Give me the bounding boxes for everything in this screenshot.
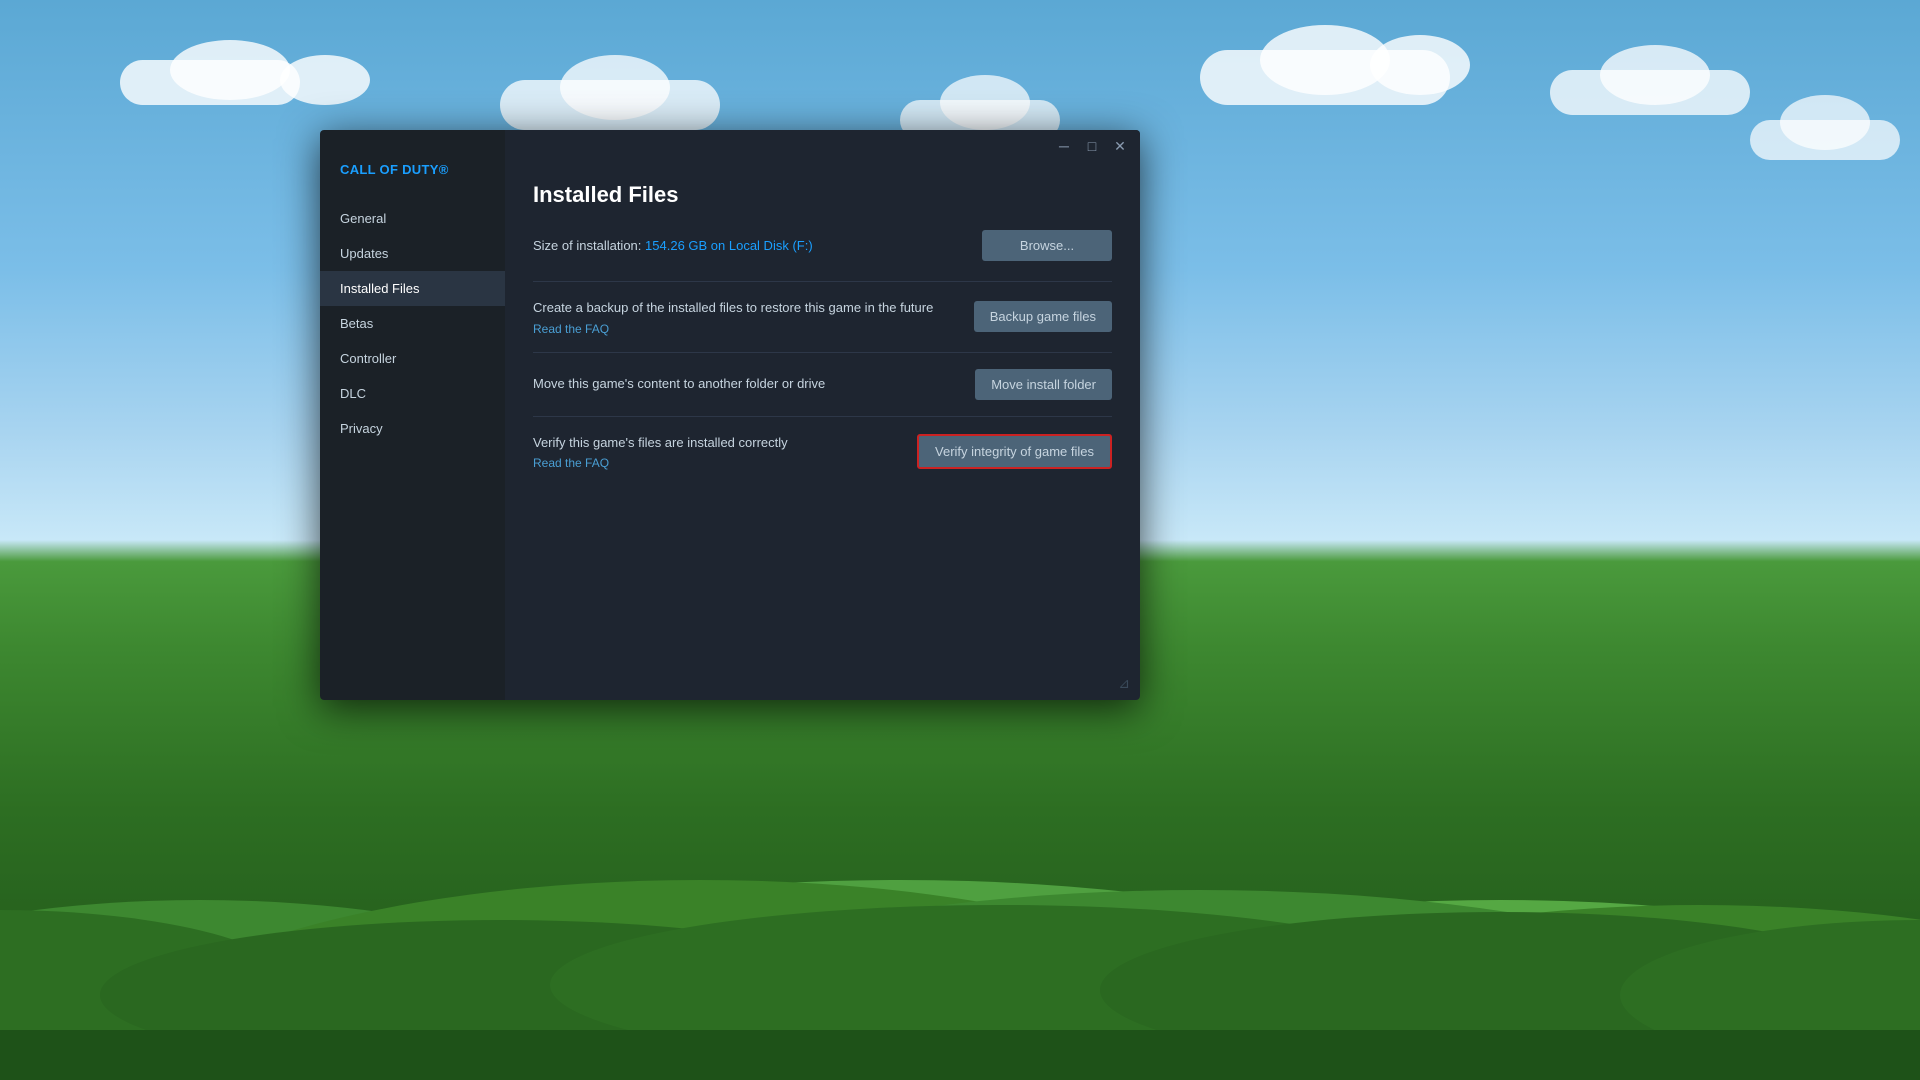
install-size-text: Size of installation: 154.26 GB on Local…: [533, 236, 813, 256]
title-bar: ─ □ ✕: [505, 130, 1140, 162]
verify-integrity-button[interactable]: Verify integrity of game files: [917, 434, 1112, 469]
move-install-button[interactable]: Move install folder: [975, 369, 1112, 400]
backup-description: Create a backup of the installed files t…: [533, 298, 954, 318]
move-info: Move this game's content to another fold…: [533, 374, 955, 394]
verify-info: Verify this game's files are installed c…: [533, 433, 897, 471]
sidebar: CALL OF DUTY® General Updates Installed …: [320, 130, 505, 700]
cloud-6-puff: [1780, 95, 1870, 150]
cloud-3-puff: [940, 75, 1030, 130]
cloud-4-puff2: [1370, 35, 1470, 95]
sidebar-item-betas[interactable]: Betas: [320, 306, 505, 341]
cloud-5-puff: [1600, 45, 1710, 105]
sidebar-item-dlc[interactable]: DLC: [320, 376, 505, 411]
close-button[interactable]: ✕: [1112, 138, 1128, 154]
backup-button[interactable]: Backup game files: [974, 301, 1112, 332]
resize-handle: ⊿: [1118, 675, 1130, 692]
page-title: Installed Files: [533, 182, 1112, 208]
sidebar-item-updates[interactable]: Updates: [320, 236, 505, 271]
page-content: Installed Files Size of installation: 15…: [505, 162, 1140, 700]
backup-faq-link[interactable]: Read the FAQ: [533, 322, 954, 336]
backup-info: Create a backup of the installed files t…: [533, 298, 954, 336]
verify-faq-link[interactable]: Read the FAQ: [533, 456, 897, 470]
cloud-1-puff: [170, 40, 290, 100]
sidebar-item-controller[interactable]: Controller: [320, 341, 505, 376]
sidebar-item-privacy[interactable]: Privacy: [320, 411, 505, 446]
install-size-value: 154.26 GB on Local Disk (F:): [645, 238, 813, 253]
move-description: Move this game's content to another fold…: [533, 374, 955, 394]
move-section: Move this game's content to another fold…: [533, 352, 1112, 416]
maximize-button[interactable]: □: [1084, 138, 1100, 154]
verify-description: Verify this game's files are installed c…: [533, 433, 897, 453]
game-title: CALL OF DUTY®: [320, 162, 505, 201]
cloud-2-puff: [560, 55, 670, 120]
browse-button[interactable]: Browse...: [982, 230, 1112, 261]
install-size-row: Size of installation: 154.26 GB on Local…: [533, 230, 1112, 277]
steam-dialog: CALL OF DUTY® General Updates Installed …: [320, 130, 1140, 700]
sidebar-item-installed-files[interactable]: Installed Files: [320, 271, 505, 306]
verify-section: Verify this game's files are installed c…: [533, 416, 1112, 487]
cloud-1-puff2: [280, 55, 370, 105]
sidebar-item-general[interactable]: General: [320, 201, 505, 236]
minimize-button[interactable]: ─: [1056, 138, 1072, 154]
main-content: ─ □ ✕ Installed Files Size of installati…: [505, 130, 1140, 700]
backup-section: Create a backup of the installed files t…: [533, 281, 1112, 352]
